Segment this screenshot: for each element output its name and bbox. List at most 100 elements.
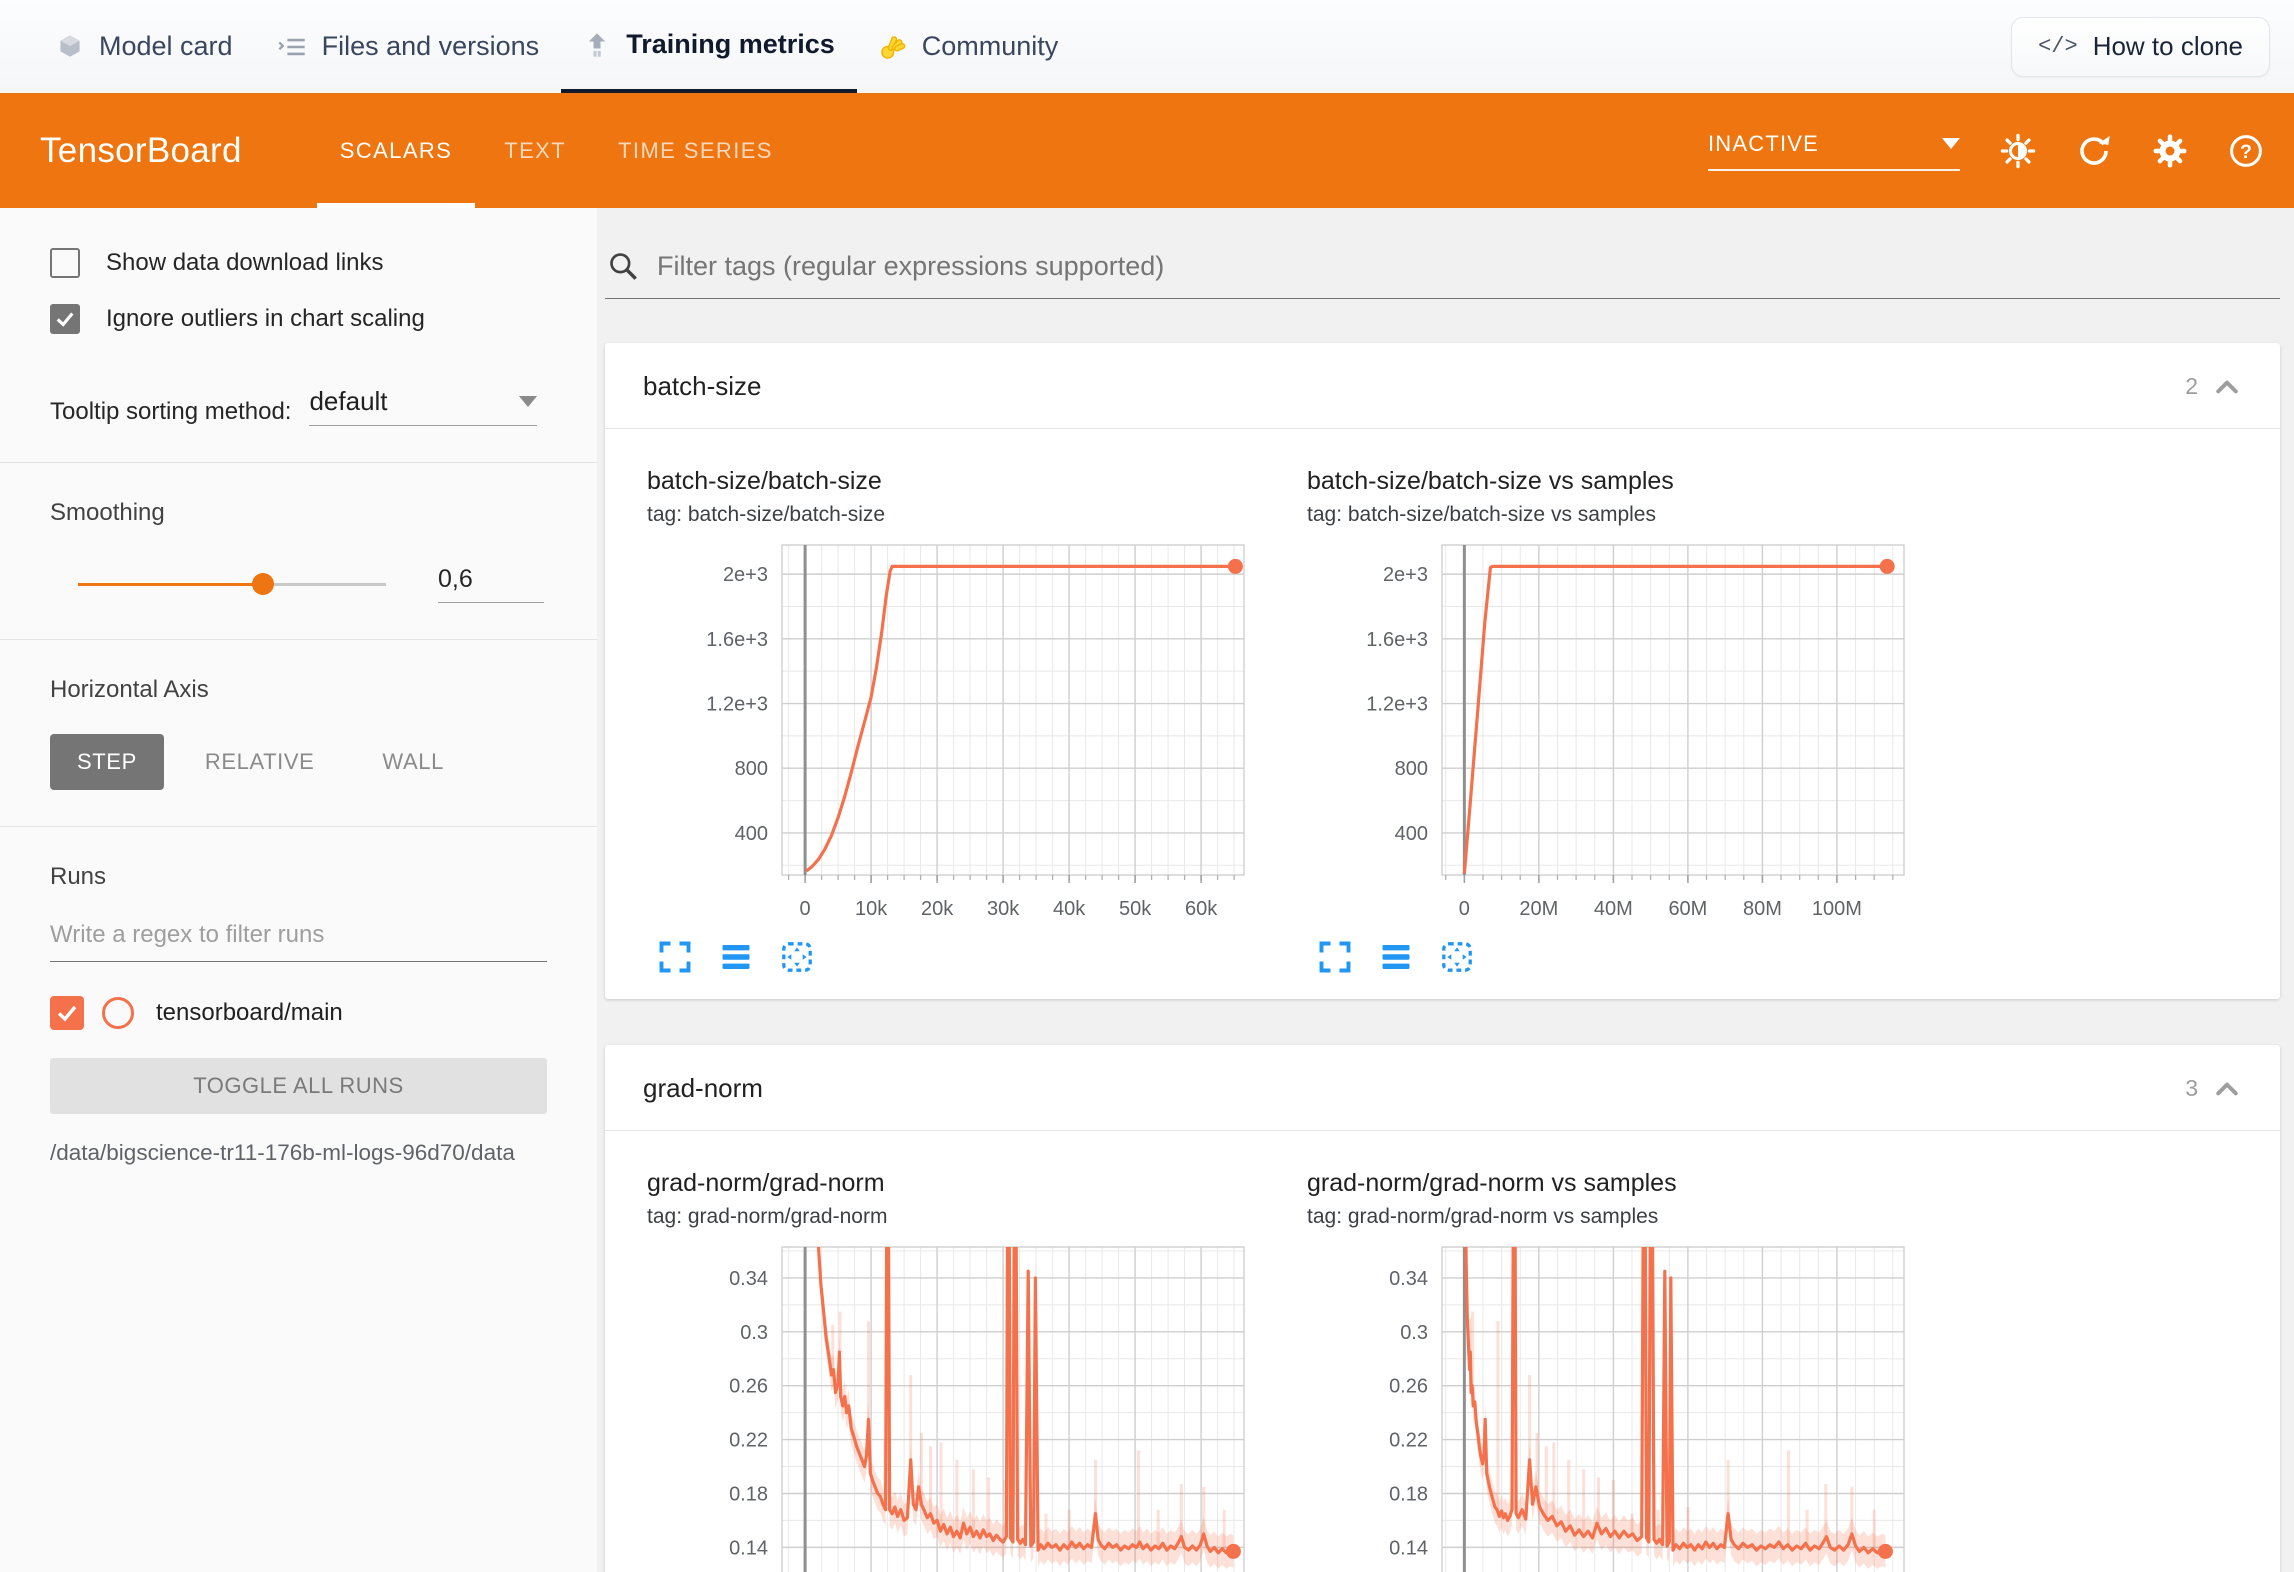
svg-text:60k: 60k (1185, 898, 1218, 920)
card-title: batch-size (643, 371, 762, 402)
tensorboard-header: TensorBoard SCALARS TEXT TIME SERIES INA… (0, 93, 2294, 208)
hand-emoji-icon (879, 33, 907, 61)
card-collapse-control[interactable]: 2 (2185, 372, 2242, 402)
svg-text:1.6e+3: 1.6e+3 (1366, 629, 1428, 651)
svg-text:1.6e+3: 1.6e+3 (706, 629, 768, 651)
svg-text:0.22: 0.22 (1389, 1430, 1428, 1452)
log-scale-icon[interactable] (718, 939, 754, 975)
svg-text:0.26: 0.26 (1389, 1376, 1428, 1398)
card-collapse-control[interactable]: 3 (2185, 1074, 2242, 1104)
svg-text:0.26: 0.26 (729, 1376, 768, 1398)
smoothing-slider[interactable] (78, 583, 386, 586)
svg-text:0.34: 0.34 (1389, 1268, 1428, 1290)
refresh-icon[interactable] (2076, 133, 2112, 169)
runs-log-path: /data/bigscience-tr11-176b-ml-logs-96d70… (50, 1140, 547, 1166)
card-title: grad-norm (643, 1073, 763, 1104)
line-chart[interactable]: 020M40M60M80M100M0.140.180.220.260.30.34 (1307, 1237, 1919, 1572)
svg-text:60M: 60M (1668, 898, 1707, 920)
help-icon[interactable]: ? (2228, 133, 2264, 169)
tensorboard-arrow-icon (583, 31, 611, 59)
runs-regex-input[interactable]: Write a regex to filter runs (50, 921, 547, 962)
tab-model-card[interactable]: Model card (34, 0, 255, 93)
run-checkbox[interactable] (50, 996, 84, 1030)
wall-button[interactable]: WALL (355, 734, 471, 790)
tooltip-sorting-select[interactable]: default (309, 386, 537, 426)
tab-scalars[interactable]: SCALARS (314, 93, 479, 208)
chart-count-badge: 3 (2185, 1075, 2198, 1102)
svg-text:0: 0 (800, 898, 811, 920)
tab-label: Community (922, 31, 1059, 62)
svg-text:0: 0 (1459, 898, 1470, 920)
tab-label: Training metrics (626, 29, 835, 60)
chart-count-badge: 2 (2185, 373, 2198, 400)
expand-chart-icon[interactable] (1317, 939, 1353, 975)
svg-text:20k: 20k (921, 898, 954, 920)
chart-title: grad-norm/grad-norm vs samples (1307, 1169, 1919, 1198)
runs-label: Runs (50, 863, 547, 891)
run-list-item: tensorboard/main (50, 996, 547, 1030)
tensorboard-header-actions: INACTIVE ? (1708, 93, 2264, 208)
log-scale-icon[interactable] (1378, 939, 1414, 975)
show-download-links-label: Show data download links (106, 249, 384, 277)
slider-thumb[interactable] (252, 573, 274, 595)
line-chart[interactable]: 010k20k30k40k50k60k0.140.180.220.260.30.… (647, 1237, 1259, 1572)
chevron-up-icon (2212, 1074, 2242, 1104)
filter-tags-placeholder: Filter tags (regular expressions support… (657, 251, 1164, 282)
tab-text[interactable]: TEXT (478, 93, 592, 208)
tab-community[interactable]: Community (857, 0, 1081, 93)
fit-domain-icon[interactable] (1439, 939, 1475, 975)
tab-training-metrics[interactable]: Training metrics (561, 0, 857, 93)
chevron-up-icon (2212, 372, 2242, 402)
file-list-icon (277, 33, 307, 61)
horizontal-axis-button-group: STEP RELATIVE WALL (50, 734, 547, 790)
svg-text:100M: 100M (1812, 898, 1862, 920)
sidebar-divider (0, 826, 597, 827)
svg-text:400: 400 (735, 823, 768, 845)
filter-tags-input[interactable]: Filter tags (regular expressions support… (605, 250, 2280, 299)
svg-text:0.18: 0.18 (729, 1484, 768, 1506)
chevron-down-icon (519, 396, 537, 407)
expand-chart-icon[interactable] (657, 939, 693, 975)
tensorboard-logo: TensorBoard (40, 93, 242, 208)
tab-label: Files and versions (322, 31, 540, 62)
svg-text:0.22: 0.22 (729, 1430, 768, 1452)
chart-batch-size-samples: batch-size/batch-size vs samples tag: ba… (1307, 467, 1919, 975)
svg-text:800: 800 (735, 758, 768, 780)
chart-grad-norm-samples: grad-norm/grad-norm vs samples tag: grad… (1307, 1169, 1919, 1572)
svg-text:?: ? (2240, 140, 2252, 162)
svg-text:1.2e+3: 1.2e+3 (706, 694, 768, 716)
card-grad-norm-header[interactable]: grad-norm 3 (605, 1045, 2280, 1131)
chart-batch-size-step: batch-size/batch-size tag: batch-size/ba… (647, 467, 1259, 975)
search-icon (607, 250, 639, 282)
svg-text:0.3: 0.3 (740, 1322, 768, 1344)
svg-text:2e+3: 2e+3 (723, 564, 768, 586)
svg-text:40M: 40M (1594, 898, 1633, 920)
svg-text:40k: 40k (1053, 898, 1086, 920)
how-to-clone-label: How to clone (2093, 31, 2243, 62)
svg-text:80M: 80M (1743, 898, 1782, 920)
tab-time-series[interactable]: TIME SERIES (592, 93, 799, 208)
chart-tag: tag: grad-norm/grad-norm (647, 1205, 1259, 1229)
smoothing-value-input[interactable]: 0,6 (438, 565, 544, 603)
brightness-icon[interactable] (2000, 133, 2036, 169)
card-batch-size-header[interactable]: batch-size 2 (605, 343, 2280, 429)
toggle-all-runs-button[interactable]: TOGGLE ALL RUNS (50, 1058, 547, 1114)
how-to-clone-button[interactable]: </> How to clone (2011, 17, 2270, 77)
svg-text:50k: 50k (1119, 898, 1152, 920)
tab-files-and-versions[interactable]: Files and versions (255, 0, 562, 93)
chart-tag: tag: batch-size/batch-size vs samples (1307, 503, 1919, 527)
status-label: INACTIVE (1708, 131, 1819, 157)
line-chart[interactable]: 020M40M60M80M100M4008001.2e+31.6e+32e+3 (1307, 535, 1919, 935)
relative-button[interactable]: RELATIVE (178, 734, 342, 790)
chart-title: grad-norm/grad-norm (647, 1169, 1259, 1198)
line-chart[interactable]: 010k20k30k40k50k60k4008001.2e+31.6e+32e+… (647, 535, 1259, 935)
ignore-outliers-checkbox[interactable] (50, 304, 80, 334)
fit-domain-icon[interactable] (779, 939, 815, 975)
show-download-links-checkbox[interactable] (50, 248, 80, 278)
settings-gear-icon[interactable] (2152, 133, 2188, 169)
step-button[interactable]: STEP (50, 734, 164, 790)
reload-status-dropdown[interactable]: INACTIVE (1708, 131, 1960, 171)
tensorboard-main: Filter tags (regular expressions support… (597, 208, 2294, 1572)
svg-text:0.14: 0.14 (729, 1537, 768, 1559)
slider-fill (78, 583, 263, 586)
